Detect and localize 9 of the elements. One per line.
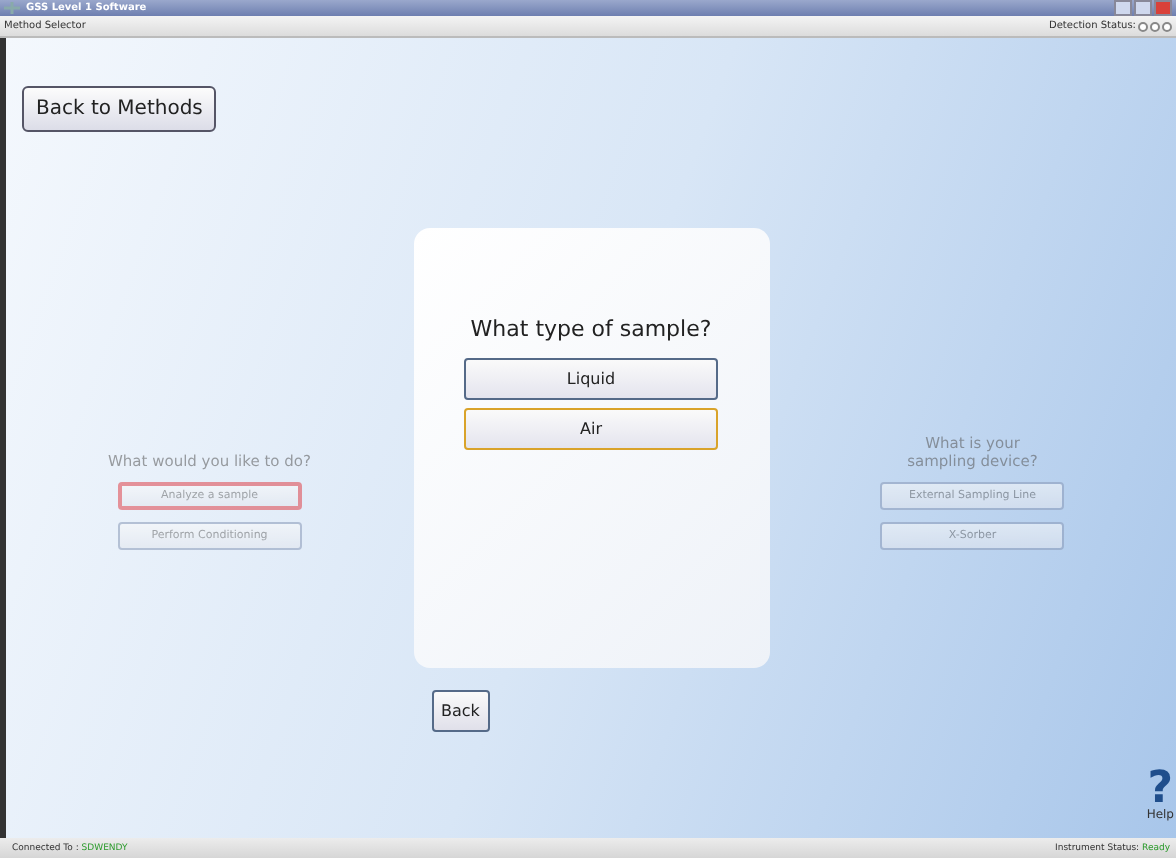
app-icon (4, 2, 20, 14)
back-button[interactable]: Back (431, 690, 490, 732)
back-to-methods-button[interactable]: Back to Methods (22, 86, 217, 132)
maximize-button[interactable] (1134, 0, 1152, 16)
close-button[interactable] (1154, 0, 1172, 16)
question-text: What type of sample? (470, 316, 712, 342)
minimize-button[interactable] (1114, 0, 1132, 16)
option-button[interactable]: Air (464, 408, 718, 450)
option-button[interactable]: Liquid (464, 358, 718, 400)
